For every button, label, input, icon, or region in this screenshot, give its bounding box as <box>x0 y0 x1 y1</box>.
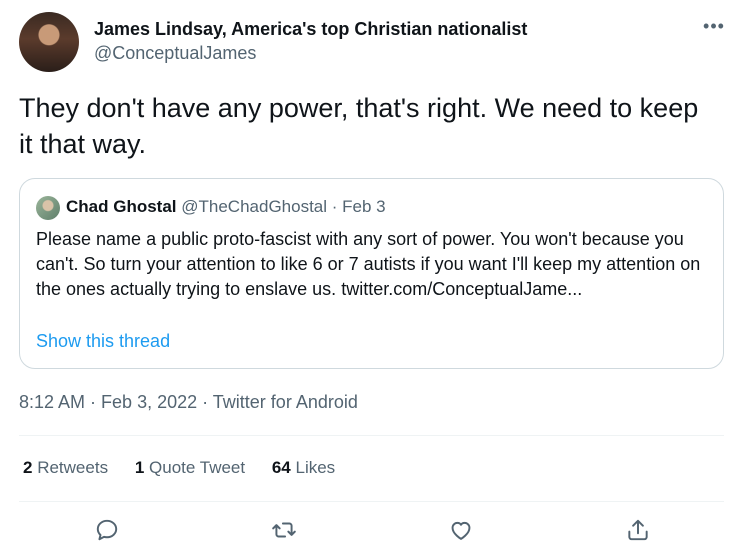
likes-stat[interactable]: 64 Likes <box>272 458 335 477</box>
tweet-text: They don't have any power, that's right.… <box>19 93 699 159</box>
quote-tweets-count: 1 <box>134 458 145 477</box>
quote-tweets-label: Quote Tweet <box>149 458 246 477</box>
like-icon <box>451 521 471 540</box>
likes-label: Likes <box>295 458 336 477</box>
timestamp-separator: · <box>85 392 102 412</box>
quoted-tweet-date[interactable]: Feb 3 <box>342 197 385 216</box>
divider-bottom <box>19 501 724 502</box>
retweets-label: Retweets <box>37 458 109 477</box>
tweet-time[interactable]: 8:12 AM <box>19 392 85 412</box>
more-options-button[interactable]: ••• <box>700 16 728 40</box>
author-avatar[interactable] <box>19 12 79 72</box>
share-icon <box>628 519 648 541</box>
retweet-icon <box>272 522 296 538</box>
source-separator: · <box>197 392 213 412</box>
like-button[interactable] <box>448 517 474 543</box>
show-thread-link[interactable]: Show this thread <box>36 331 170 352</box>
quoted-tweet-header: Chad Ghostal @TheChadGhostal · Feb 3 <box>66 197 386 217</box>
reply-button[interactable] <box>94 517 120 543</box>
retweets-count: 2 <box>23 458 33 477</box>
tweet-date[interactable]: Feb 3, 2022 <box>101 392 197 412</box>
quoted-tweet-text: Please name a public proto-fascist with … <box>36 227 706 302</box>
likes-count: 64 <box>271 458 291 477</box>
quote-tweets-stat[interactable]: 1 Quote Tweet <box>135 458 245 477</box>
retweets-stat[interactable]: 2 Retweets <box>23 458 108 477</box>
quoted-author-name[interactable]: Chad Ghostal <box>66 197 177 216</box>
author-name[interactable]: James Lindsay, America's top Christian n… <box>94 19 527 40</box>
tweet-source[interactable]: Twitter for Android <box>213 392 358 412</box>
quoted-author-avatar[interactable] <box>36 196 60 220</box>
quoted-author-handle[interactable]: @TheChadGhostal <box>181 197 327 216</box>
retweet-button[interactable] <box>271 517 297 543</box>
divider-top <box>19 435 724 436</box>
reply-icon <box>96 519 118 541</box>
quoted-meta-separator: · <box>327 197 343 216</box>
tweet-timestamp: 8:12 AM · Feb 3, 2022 · Twitter for Andr… <box>19 392 358 413</box>
quoted-tweet-link[interactable]: twitter.com/ConceptualJame... <box>341 279 582 299</box>
quoted-tweet-card[interactable]: Chad Ghostal @TheChadGhostal · Feb 3 Ple… <box>19 178 724 369</box>
author-handle[interactable]: @ConceptualJames <box>94 43 256 64</box>
tweet-stats: 2 Retweets 1 Quote Tweet 64 Likes <box>23 458 357 478</box>
share-button[interactable] <box>625 517 651 543</box>
